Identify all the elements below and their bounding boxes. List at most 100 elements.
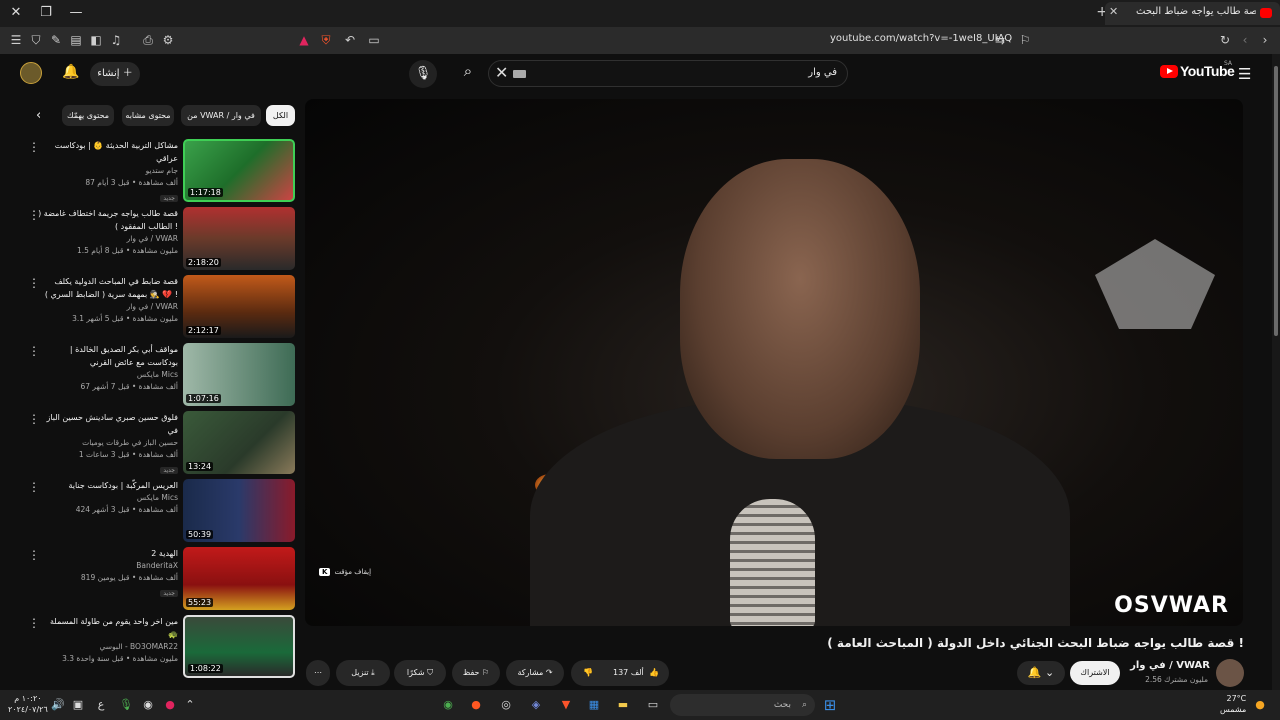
- weather-widget[interactable]: 27°C مشمس: [1220, 693, 1246, 715]
- pen-icon[interactable]: ✎: [48, 32, 64, 48]
- video-thumbnail[interactable]: 1:17:18: [183, 139, 295, 202]
- video-title[interactable]: العريس المركّبة | بودكاست جناية: [38, 479, 178, 492]
- channel-name[interactable]: مايكس Mics: [38, 369, 178, 381]
- video-player[interactable]: K إيقاف مؤقت OSVWAR: [305, 99, 1243, 626]
- like-icon[interactable]: 👍: [649, 660, 659, 686]
- create-button[interactable]: إنشاء ＋: [90, 62, 140, 86]
- video-title[interactable]: مين اخر واحد يقوم من طاولة المسملة 🐢: [38, 615, 178, 641]
- address-bar[interactable]: youtube.com/watch?v=-1weI8_UIAQ: [830, 33, 1012, 44]
- close-window-button[interactable]: ✕: [2, 3, 30, 23]
- extensions-icon[interactable]: ⚙: [160, 32, 176, 48]
- dislike-icon[interactable]: 👎: [583, 660, 593, 686]
- menu-icon[interactable]: ☰: [8, 32, 24, 48]
- back-icon[interactable]: ‹: [1237, 32, 1253, 48]
- tabs-icon[interactable]: ▤: [68, 32, 84, 48]
- maximize-button[interactable]: ❐: [32, 3, 60, 23]
- brave-rewards-icon[interactable]: ▲: [296, 32, 312, 48]
- save-button[interactable]: حفظ ⚐: [452, 660, 500, 686]
- cast-icon[interactable]: ▭: [366, 32, 382, 48]
- brave-shield-icon[interactable]: ⛨: [318, 32, 334, 48]
- notifications-icon[interactable]: 🔔: [62, 64, 79, 80]
- list-item[interactable]: ⋮ الهدية 2 BanderitaX 819 ألف مشاهدة • ق…: [20, 547, 295, 611]
- tray-app-icon[interactable]: ◉: [140, 697, 156, 713]
- minimize-button[interactable]: —: [62, 3, 90, 23]
- mic-icon[interactable]: 🎙: [118, 697, 134, 713]
- chips-prev-chevron-icon[interactable]: ‹: [36, 108, 41, 123]
- chrome-icon[interactable]: ◉: [440, 697, 456, 713]
- channel-name[interactable]: في وار / VWAR: [38, 233, 178, 245]
- list-item[interactable]: ⋮ مشاكل التربية الحديثة 👶 | بودكاست عراق…: [20, 139, 295, 203]
- channel-avatar[interactable]: [1216, 659, 1244, 687]
- windows-start-icon[interactable]: ⊞: [822, 697, 838, 713]
- video-thumbnail[interactable]: 2:12:17: [183, 275, 295, 338]
- settings-icon[interactable]: ⇆: [992, 32, 1008, 48]
- chip-all[interactable]: الكل: [266, 105, 295, 126]
- share-button[interactable]: مشاركة ↷: [506, 660, 564, 686]
- channel-name[interactable]: حسين الباز في طرقات يوميات: [38, 437, 178, 449]
- keyboard-icon[interactable]: [513, 70, 526, 78]
- app-icon[interactable]: ●: [468, 697, 484, 713]
- volume-icon[interactable]: 🔊: [50, 697, 66, 713]
- list-item[interactable]: ⋮ مين اخر واحد يقوم من طاولة المسملة 🐢 ا…: [20, 615, 295, 679]
- video-thumbnail[interactable]: 1:07:16: [183, 343, 295, 406]
- share-icon[interactable]: ↶: [342, 32, 358, 48]
- clear-search-icon[interactable]: ✕: [495, 63, 508, 82]
- shield-icon[interactable]: ⛉: [28, 32, 44, 48]
- search-button[interactable]: ⌕: [455, 62, 481, 86]
- forward-icon[interactable]: ›: [1257, 32, 1273, 48]
- channel-name[interactable]: BanderitaX: [38, 560, 178, 572]
- chip-for-you[interactable]: محتوى يهمّك: [62, 105, 114, 126]
- channel-name[interactable]: مايكس Mics: [38, 492, 178, 504]
- reload-icon[interactable]: ↻: [1217, 32, 1233, 48]
- video-thumbnail[interactable]: 1:08:22: [183, 615, 295, 678]
- video-title[interactable]: قصة طالب يواجه جريمة اختطاف غامضة ( الطا…: [38, 207, 178, 233]
- bookmark-icon[interactable]: ⚐: [1017, 32, 1033, 48]
- store-icon[interactable]: ▦: [586, 697, 602, 713]
- file-explorer-icon[interactable]: ▬: [615, 697, 631, 713]
- notification-bell-button[interactable]: 🔔 ⌄: [1017, 661, 1065, 685]
- subscribe-button[interactable]: الاشتراك: [1070, 661, 1120, 685]
- channel-name[interactable]: في وار / VWAR: [1130, 660, 1210, 671]
- list-item[interactable]: ⋮ مواقف أبي بكر الصديق الخالدة | بودكاست…: [20, 343, 295, 407]
- taskbar-search[interactable]: بحث ⌕: [670, 694, 815, 716]
- channel-name[interactable]: البوسي - BO3OMAR22: [38, 641, 178, 653]
- list-item[interactable]: ⋮ العريس المركّبة | بودكاست جناية مايكس …: [20, 479, 295, 543]
- video-title[interactable]: الهدية 2: [38, 547, 178, 560]
- search-input[interactable]: ✕ في وار: [488, 60, 848, 87]
- thanks-button[interactable]: شكرًا ⛉: [394, 660, 446, 686]
- display-icon[interactable]: ▣: [70, 697, 86, 713]
- browser-tab[interactable]: ✕ قصة طالب يواجه ضباط البحث: [1105, 2, 1280, 25]
- tray-app-icon[interactable]: ●: [162, 697, 178, 713]
- chip-from-channel[interactable]: من VWAR / في وار: [181, 105, 261, 126]
- brave-icon[interactable]: ▼: [558, 697, 574, 713]
- video-thumbnail[interactable]: 13:24: [183, 411, 295, 474]
- download-button[interactable]: تنزيل ⤓: [336, 660, 390, 686]
- video-thumbnail[interactable]: 50:39: [183, 479, 295, 542]
- more-actions-button[interactable]: ⋯: [306, 660, 330, 686]
- taskbar-clock[interactable]: ١٠:٢٠ م ٢٠٢٤/٠٧/٢٦: [8, 693, 48, 715]
- list-item[interactable]: ⋮ فلوق حسين صبري سادينش حسين الباز في حس…: [20, 411, 295, 475]
- guide-menu-icon[interactable]: ☰: [1238, 65, 1251, 83]
- app-icon[interactable]: ◎: [498, 697, 514, 713]
- tab-close-icon[interactable]: ✕: [1109, 5, 1118, 18]
- video-thumbnail[interactable]: 2:18:20: [183, 207, 295, 270]
- discord-icon[interactable]: ◈: [528, 697, 544, 713]
- screenshot-icon[interactable]: ⎙: [140, 32, 156, 48]
- voice-search-button[interactable]: 🎙: [409, 60, 437, 88]
- scrollbar-thumb[interactable]: [1274, 66, 1278, 336]
- music-icon[interactable]: ♫: [108, 32, 124, 48]
- tray-overflow-icon[interactable]: ⌃: [182, 697, 198, 713]
- video-thumbnail[interactable]: 55:23: [183, 547, 295, 610]
- task-view-icon[interactable]: ▭: [645, 697, 661, 713]
- language-indicator[interactable]: ع: [93, 697, 109, 713]
- list-item[interactable]: ⋮ قصة ضابط في المباحث الدولية يكلف بمهمة…: [20, 275, 295, 339]
- channel-name[interactable]: جام ستديو: [38, 165, 178, 177]
- video-title[interactable]: فلوق حسين صبري سادينش حسين الباز في: [38, 411, 179, 437]
- page-scrollbar[interactable]: [1272, 54, 1280, 690]
- video-title[interactable]: مواقف أبي بكر الصديق الخالدة | بودكاست م…: [38, 343, 178, 369]
- sidebar-icon[interactable]: ◧: [88, 32, 104, 48]
- avatar[interactable]: [20, 62, 42, 84]
- video-title[interactable]: مشاكل التربية الحديثة 👶 | بودكاست عراقي: [38, 139, 178, 165]
- channel-name[interactable]: في وار / VWAR: [38, 301, 178, 313]
- list-item[interactable]: ⋮ قصة طالب يواجه جريمة اختطاف غامضة ( ال…: [20, 207, 295, 271]
